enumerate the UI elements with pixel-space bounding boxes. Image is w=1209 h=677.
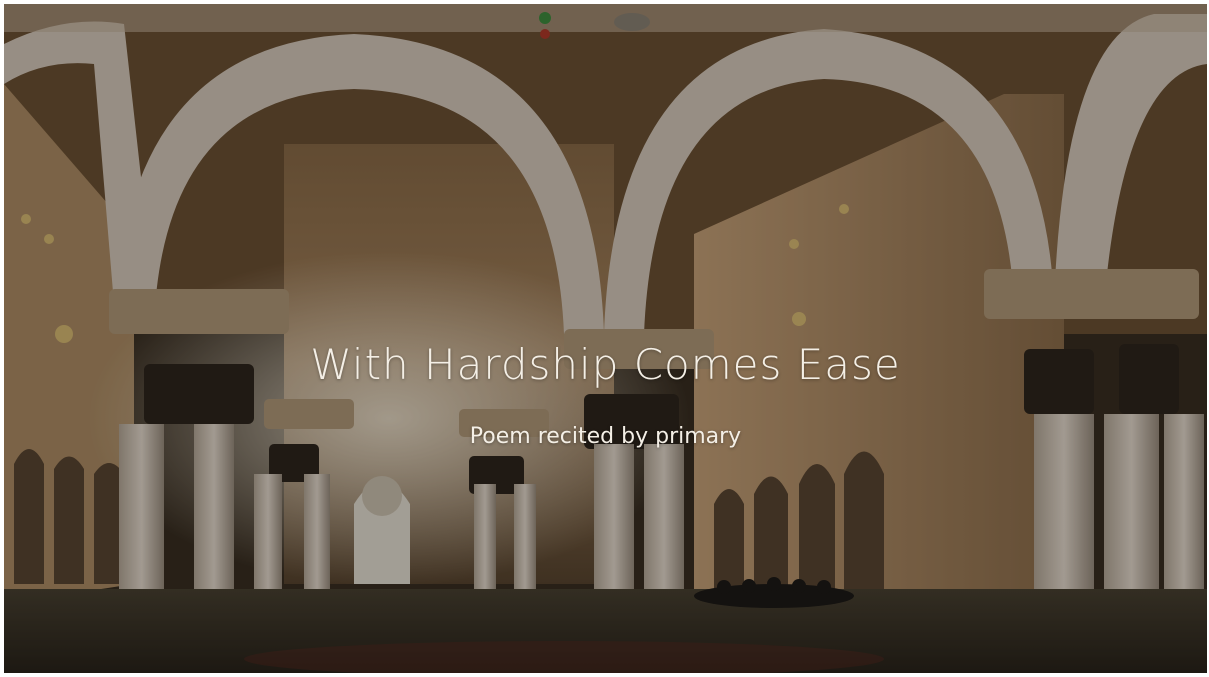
mosque-interior-icon (4, 4, 1207, 673)
slide-frame: With Hardship Comes Ease Poem recited by… (4, 4, 1207, 673)
